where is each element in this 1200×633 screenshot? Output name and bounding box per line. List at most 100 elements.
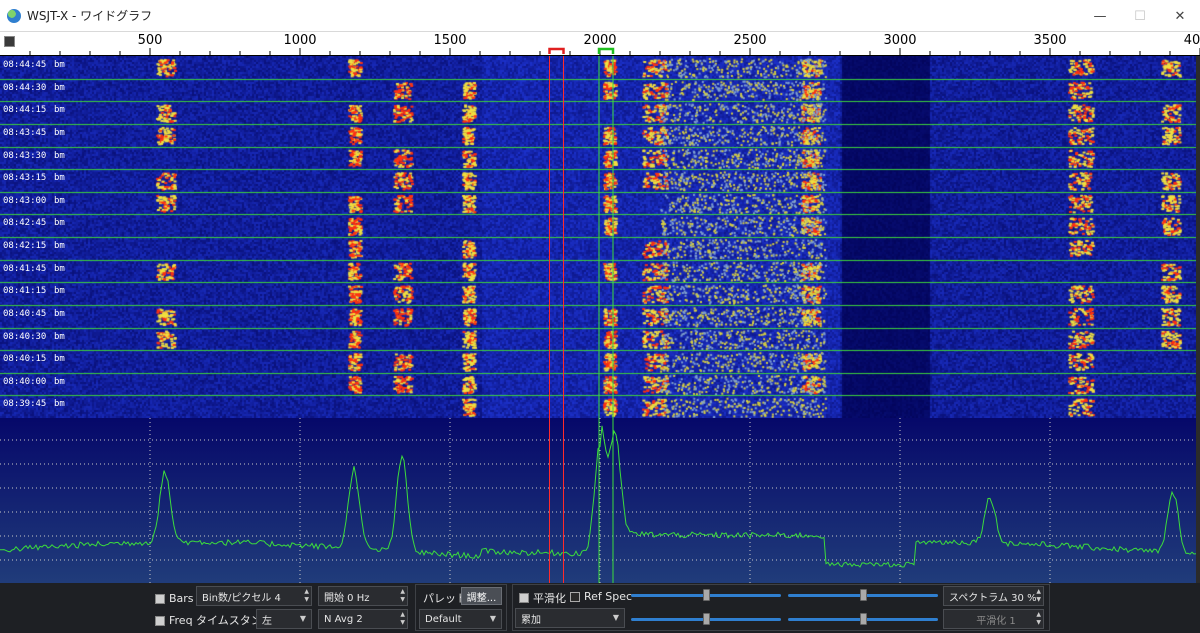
chevron-down-icon: ▼ — [489, 614, 496, 623]
timestamp-layer: 08:44:45 bm 08:44:30 bm 08:44:15 bm 08:43:45 bm… — [0, 56, 1196, 418]
adjust-button[interactable]: 調整... — [461, 587, 502, 605]
smooth-spinbox[interactable]: 平滑化 1 ▲ ▼ — [943, 609, 1044, 629]
ruler-label: 500 — [137, 33, 163, 48]
title-bar: WSJT-X - ワイドグラフ — ☐ ✕ — [0, 0, 1200, 32]
ruler-label: 2000 — [583, 33, 617, 48]
minimize-button[interactable]: — — [1080, 0, 1120, 32]
spectrum-gain-slider[interactable] — [788, 589, 938, 601]
timestamp-label: 08:43:45 — [3, 127, 47, 138]
band-label: bm — [54, 354, 65, 365]
timestamp-label: 08:42:45 — [3, 218, 47, 229]
control-panel: Bars Freq Bin数/ピクセル 4 ▲ ▼ タイムスタンプ 左 ▼ 開始 … — [0, 583, 1200, 633]
smooth-label: 平滑化 — [533, 592, 566, 605]
band-label: bm — [54, 105, 65, 116]
gain-slider[interactable] — [631, 589, 781, 601]
freq-label: Freq — [169, 614, 193, 627]
navg-spinbox[interactable]: N Avg 2 ▲ ▼ — [318, 609, 408, 629]
rx-marker-bracket[interactable] — [597, 47, 615, 54]
ruler-label: 2500 — [733, 33, 767, 48]
timestamp-label: 08:44:30 — [3, 82, 47, 93]
palette-value: Default — [425, 613, 462, 625]
slider-handle[interactable] — [859, 613, 867, 625]
ruler-label: 1500 — [433, 33, 467, 48]
spectrum-zero-slider[interactable] — [788, 613, 938, 625]
bars-checkbox[interactable]: Bars — [155, 592, 194, 605]
band-label: bm — [54, 376, 65, 387]
chevron-down-icon: ▼ — [612, 613, 619, 622]
palette-combo[interactable]: Default ▼ — [419, 609, 502, 629]
spectrum-plot[interactable] — [0, 418, 1196, 583]
band-label: bm — [54, 331, 65, 342]
mode-combo[interactable]: 累加 ▼ — [515, 608, 625, 628]
bins-spin-arrows[interactable]: ▲ ▼ — [304, 588, 309, 604]
band-label: bm — [54, 60, 65, 70]
bars-label: Bars — [169, 592, 194, 605]
timestamp-label: 08:43:30 — [3, 150, 47, 161]
band-label: bm — [54, 173, 65, 184]
close-button[interactable]: ✕ — [1160, 0, 1200, 32]
band-label: bm — [54, 195, 65, 206]
timestamp-label: 08:40:00 — [3, 376, 47, 387]
slider-handle[interactable] — [702, 589, 710, 601]
timestamp-label: 08:44:45 — [3, 60, 47, 70]
refspec-label: Ref Spec — [584, 590, 633, 603]
waterfall-display[interactable]: 08:44:45 bm 08:44:30 bm 08:44:15 bm 08:43:45 bm… — [0, 56, 1196, 583]
vertical-scrollbar[interactable] — [1196, 56, 1200, 583]
smooth-checkbox-box[interactable] — [519, 593, 529, 603]
band-label: bm — [54, 150, 65, 161]
spectrum-background — [0, 418, 1196, 583]
band-label: bm — [54, 286, 65, 297]
timestamp-label: 08:40:15 — [3, 354, 47, 365]
timestamp-label: 08:41:15 — [3, 286, 47, 297]
navg-value: N Avg 2 — [324, 613, 363, 625]
slider-handle[interactable] — [859, 589, 867, 601]
band-label: bm — [54, 82, 65, 93]
smooth-value: 平滑化 1 — [976, 615, 1016, 627]
timestamp-label: 08:41:45 — [3, 263, 47, 274]
timestamp-label: 08:42:15 — [3, 241, 47, 251]
maximize-button[interactable]: ☐ — [1120, 0, 1160, 32]
band-label: bm — [54, 399, 65, 410]
refspec-checkbox-box[interactable] — [570, 591, 580, 602]
ruler-label: 40 — [1183, 33, 1200, 48]
window-title: WSJT-X - ワイドグラフ — [27, 9, 153, 23]
timestamp-label: 08:40:45 — [3, 308, 47, 319]
band-label: bm — [54, 263, 65, 274]
frequency-ruler[interactable]: 500 1000 1500 2000 2500 3000 3500 40 — [0, 32, 1200, 56]
band-label: bm — [54, 308, 65, 319]
bars-checkbox-box[interactable] — [155, 593, 165, 604]
navg-spin-arrows[interactable]: ▲ ▼ — [400, 611, 405, 627]
zero-slider[interactable] — [631, 613, 781, 625]
spectrum-percent-spinbox[interactable]: スペクトラム 30 % ▲ ▼ — [943, 586, 1044, 606]
band-label: bm — [54, 218, 65, 229]
start-spin-arrows[interactable]: ▲ ▼ — [400, 588, 405, 604]
timestamp-label: 08:39:45 — [3, 399, 47, 410]
timestamp-value: 左 — [262, 615, 272, 627]
freq-checkbox-box[interactable] — [155, 615, 165, 626]
app-icon — [7, 8, 21, 23]
bins-value: Bin数/ピクセル 4 — [202, 592, 281, 604]
bins-spinbox[interactable]: Bin数/ピクセル 4 ▲ ▼ — [196, 586, 312, 606]
timestamp-label: 08:43:15 — [3, 173, 47, 184]
timestamp-label: 08:40:30 — [3, 331, 47, 342]
ruler-label: 3500 — [1033, 33, 1067, 48]
chevron-down-icon: ▼ — [299, 614, 306, 623]
tx-marker-bracket[interactable] — [548, 47, 565, 54]
window-controls: — ☐ ✕ — [1080, 0, 1200, 32]
ruler-label: 1000 — [283, 33, 317, 48]
freq-checkbox[interactable]: Freq — [155, 614, 193, 627]
spectrum-spin-arrows[interactable]: ▲ ▼ — [1036, 588, 1041, 604]
ruler-label: 3000 — [883, 33, 917, 48]
slider-handle[interactable] — [702, 613, 710, 625]
timestamp-combo[interactable]: 左 ▼ — [256, 609, 312, 629]
start-spinbox[interactable]: 開始 0 Hz ▲ ▼ — [318, 586, 408, 606]
smooth-checkbox[interactable]: 平滑化 — [519, 590, 566, 606]
timestamp-label: 08:43:00 — [3, 195, 47, 206]
refspec-checkbox[interactable]: Ref Spec — [570, 590, 632, 603]
smooth-spin-arrows[interactable]: ▲ ▼ — [1036, 611, 1041, 627]
spectrum-percent-value: スペクトラム 30 % — [949, 592, 1037, 604]
start-value: 開始 0 Hz — [324, 592, 370, 604]
band-label: bm — [54, 127, 65, 138]
mode-value: 累加 — [521, 614, 541, 626]
timestamp-label: 08:44:15 — [3, 105, 47, 116]
